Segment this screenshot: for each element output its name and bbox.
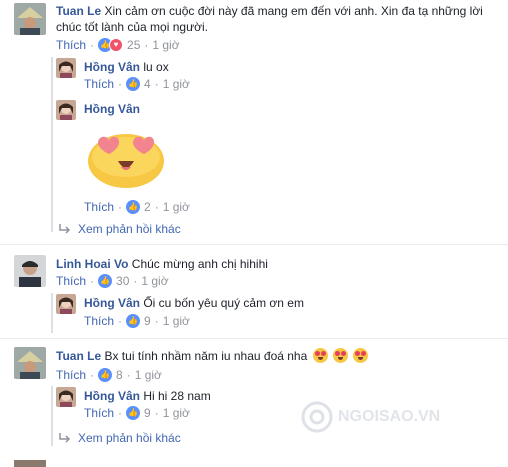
view-more-replies-label[interactable]: Xem phản hồi khác: [78, 222, 181, 236]
avatar-hong-van[interactable]: [56, 387, 76, 407]
reply-text: Ối cu bốn yêu quý cảm ơn em: [143, 296, 304, 310]
reply-meta: Thích · 👍 4 · 1 giờ: [84, 77, 190, 91]
comment-author[interactable]: Linh Hoai Vo: [56, 257, 128, 271]
reply-meta: Thích · 👍 2 · 1 giờ: [84, 200, 190, 214]
avatar-hong-van[interactable]: [56, 100, 76, 120]
watermark-logo-icon: [301, 401, 333, 433]
reaction-count[interactable]: 9: [144, 406, 151, 420]
comment-time[interactable]: 1 giờ: [135, 368, 162, 382]
comment-time[interactable]: 1 giờ: [152, 38, 179, 52]
reply-body: Hồng Vân Ối cu bốn yêu quý cảm ơn em: [84, 295, 304, 311]
reply-time[interactable]: 1 giờ: [163, 314, 190, 328]
like-icon: 👍: [126, 406, 141, 420]
reply-author[interactable]: Hồng Vân: [84, 296, 140, 310]
avatar-tuan-le[interactable]: [14, 347, 46, 379]
reply-author[interactable]: Hồng Vân: [84, 389, 140, 403]
comment-body: Tuan Le Bx tui tính nhầm năm iu nhau đoá…: [56, 348, 369, 364]
reply-author[interactable]: Hồng Vân: [84, 60, 140, 74]
view-more-replies-link[interactable]: Xem phản hồi khác: [58, 222, 181, 236]
avatar-tuan-le[interactable]: [14, 3, 46, 35]
heart-eyes-icon: [312, 348, 328, 363]
watermark-text: NGOISAO.VN: [338, 408, 441, 425]
comment-text-cont: chúc tốt lành của mọi người.: [56, 20, 208, 34]
like-icon: 👍: [126, 314, 141, 328]
like-icon: 👍: [98, 274, 113, 288]
comment-text: Xin cảm ơn cuộc đời này đã mang em đến v…: [104, 4, 483, 18]
reply-body: Hồng Vân Hi hi 28 nam: [84, 388, 211, 404]
reply-arrow-icon: [59, 433, 71, 443]
comment-author[interactable]: Tuan Le: [56, 4, 101, 18]
like-link[interactable]: Thích: [56, 38, 86, 52]
like-link[interactable]: Thích: [84, 77, 114, 91]
heart-eyes-sticker[interactable]: [84, 127, 168, 189]
divider: [0, 244, 508, 245]
comment-time[interactable]: 1 giờ: [141, 274, 168, 288]
reply-thread-line: [51, 57, 53, 232]
avatar-hong-van[interactable]: [56, 58, 76, 78]
reaction-count[interactable]: 9: [144, 314, 151, 328]
like-link[interactable]: Thích: [84, 200, 114, 214]
like-link[interactable]: Thích: [56, 368, 86, 382]
reply-text: Hi hi 28 nam: [143, 389, 211, 403]
view-more-replies-label[interactable]: Xem phản hồi khác: [78, 431, 181, 445]
comment-author[interactable]: Tuan Le: [56, 349, 101, 363]
reaction-count[interactable]: 30: [116, 274, 129, 288]
reply-meta: Thích · 👍 9 · 1 giờ: [84, 314, 190, 328]
reply-author[interactable]: Hồng Vân: [84, 102, 140, 116]
comment-meta: Thích · 👍 ♥ 25 · 1 giờ: [56, 38, 180, 52]
avatar-hong-van[interactable]: [56, 294, 76, 314]
like-link[interactable]: Thích: [56, 274, 86, 288]
comment-body: Linh Hoai Vo Chúc mừng anh chị hihihi: [56, 256, 268, 272]
heart-eyes-icon: [332, 348, 348, 363]
reply-time[interactable]: 1 giờ: [163, 200, 190, 214]
avatar-next-comment[interactable]: [14, 460, 46, 467]
like-icon: 👍: [126, 200, 141, 214]
reaction-count[interactable]: 2: [144, 200, 151, 214]
like-icon: 👍: [126, 77, 141, 91]
reply-thread-line: [51, 293, 53, 333]
view-more-replies-link[interactable]: Xem phản hồi khác: [58, 431, 181, 445]
reply-text: lu ox: [143, 60, 169, 74]
reply-body: Hồng Vân: [84, 101, 140, 117]
reply-time[interactable]: 1 giờ: [163, 77, 190, 91]
divider: [0, 338, 508, 339]
like-link[interactable]: Thích: [84, 406, 114, 420]
avatar-linh-hoai-vo[interactable]: [14, 255, 46, 287]
watermark: NGOISAO.VN: [300, 400, 440, 434]
heart-eyes-icon: [353, 348, 369, 363]
comment-meta: Thích · 👍 8 · 1 giờ: [56, 368, 162, 382]
reaction-count[interactable]: 8: [116, 368, 123, 382]
reply-arrow-icon: [59, 224, 71, 234]
like-link[interactable]: Thích: [84, 314, 114, 328]
reaction-count[interactable]: 25: [127, 38, 140, 52]
comment-text: Bx tui tính nhầm năm iu nhau đoá nha: [104, 349, 308, 363]
comment-text: Chúc mừng anh chị hihihi: [131, 257, 268, 271]
like-icon: 👍: [98, 368, 113, 382]
love-icon: ♥: [109, 38, 124, 52]
reaction-count[interactable]: 4: [144, 77, 151, 91]
comment-body: Tuan Le Xin cảm ơn cuộc đời này đã mang …: [56, 3, 496, 35]
reply-time[interactable]: 1 giờ: [163, 406, 190, 420]
reply-body: Hồng Vân lu ox: [84, 59, 169, 75]
reply-meta: Thích · 👍 9 · 1 giờ: [84, 406, 190, 420]
reply-thread-line: [51, 386, 53, 446]
comment-meta: Thích · 👍 30 · 1 giờ: [56, 274, 169, 288]
